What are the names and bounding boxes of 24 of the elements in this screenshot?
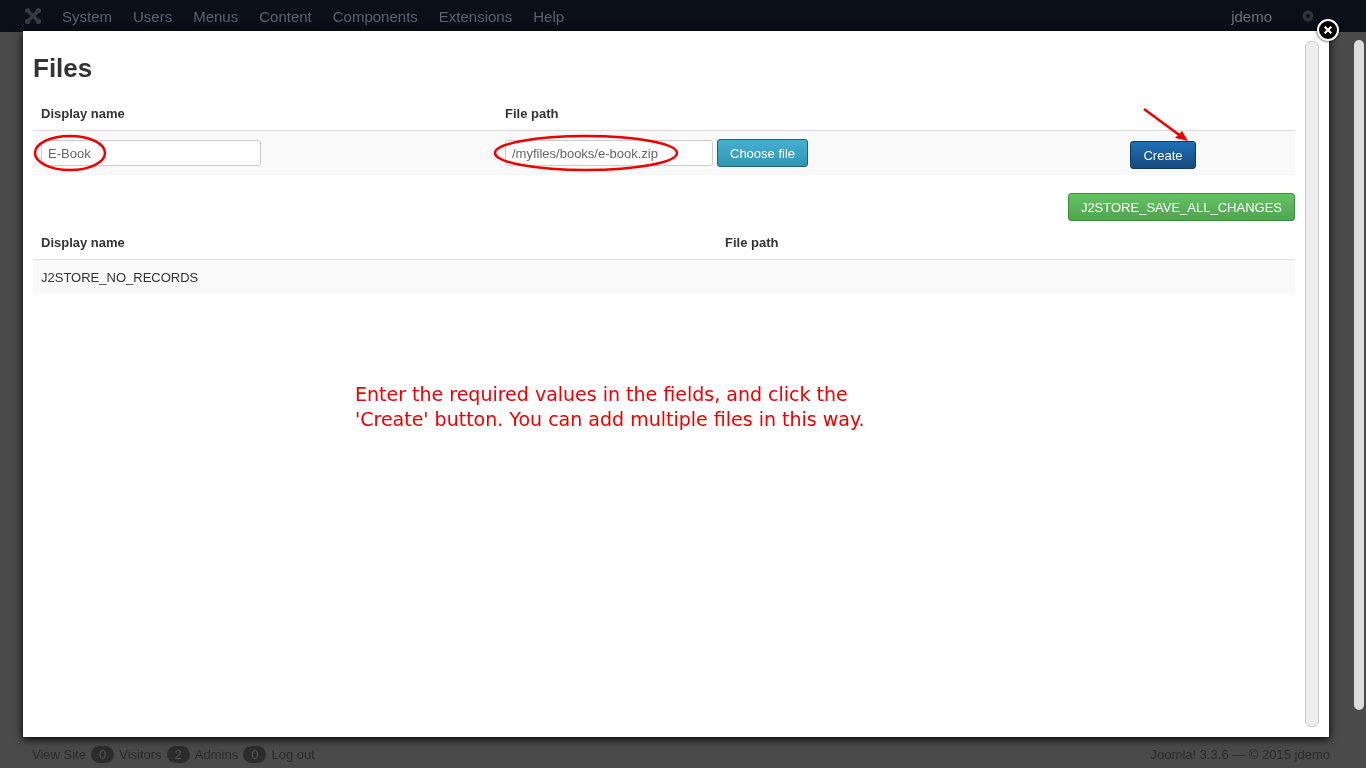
scrollbar[interactable] xyxy=(1354,40,1364,710)
menu-item[interactable]: Menus xyxy=(193,7,239,25)
arrow-icon xyxy=(1142,107,1190,143)
column-header: File path xyxy=(725,235,779,250)
user-link[interactable]: jdemo xyxy=(1231,7,1272,25)
menu-item[interactable]: Content xyxy=(259,7,312,25)
column-header: File path xyxy=(505,106,560,121)
close-icon xyxy=(1323,25,1333,35)
menu-item[interactable]: Help xyxy=(533,7,565,25)
annotation-text: Enter the required values in the fields, and click the 'Create' button. You can add multiple files in this way. xyxy=(355,382,866,432)
scrollbar[interactable] xyxy=(1305,41,1319,727)
menu-item[interactable]: Extensions xyxy=(438,7,513,25)
menu-item[interactable]: Users xyxy=(133,7,173,25)
choose-file-button[interactable]: Choose file xyxy=(717,139,809,167)
save-button[interactable]: J2STORE_SAVE_ALL_CHANGES xyxy=(1067,193,1295,221)
column-header: Display name xyxy=(41,106,126,121)
menu-item[interactable]: System xyxy=(62,7,112,25)
create-button[interactable]: Create xyxy=(1130,141,1196,169)
menu-item[interactable]: Components xyxy=(332,7,418,25)
display-name-field[interactable]: E-Book xyxy=(41,140,261,166)
modal-title: Files xyxy=(33,53,94,84)
empty-message: J2STORE_NO_RECORDS xyxy=(41,270,199,285)
file-path-field[interactable]: /myfiles/books/e-book.zip xyxy=(505,140,713,166)
column-header: Display name xyxy=(41,235,126,250)
